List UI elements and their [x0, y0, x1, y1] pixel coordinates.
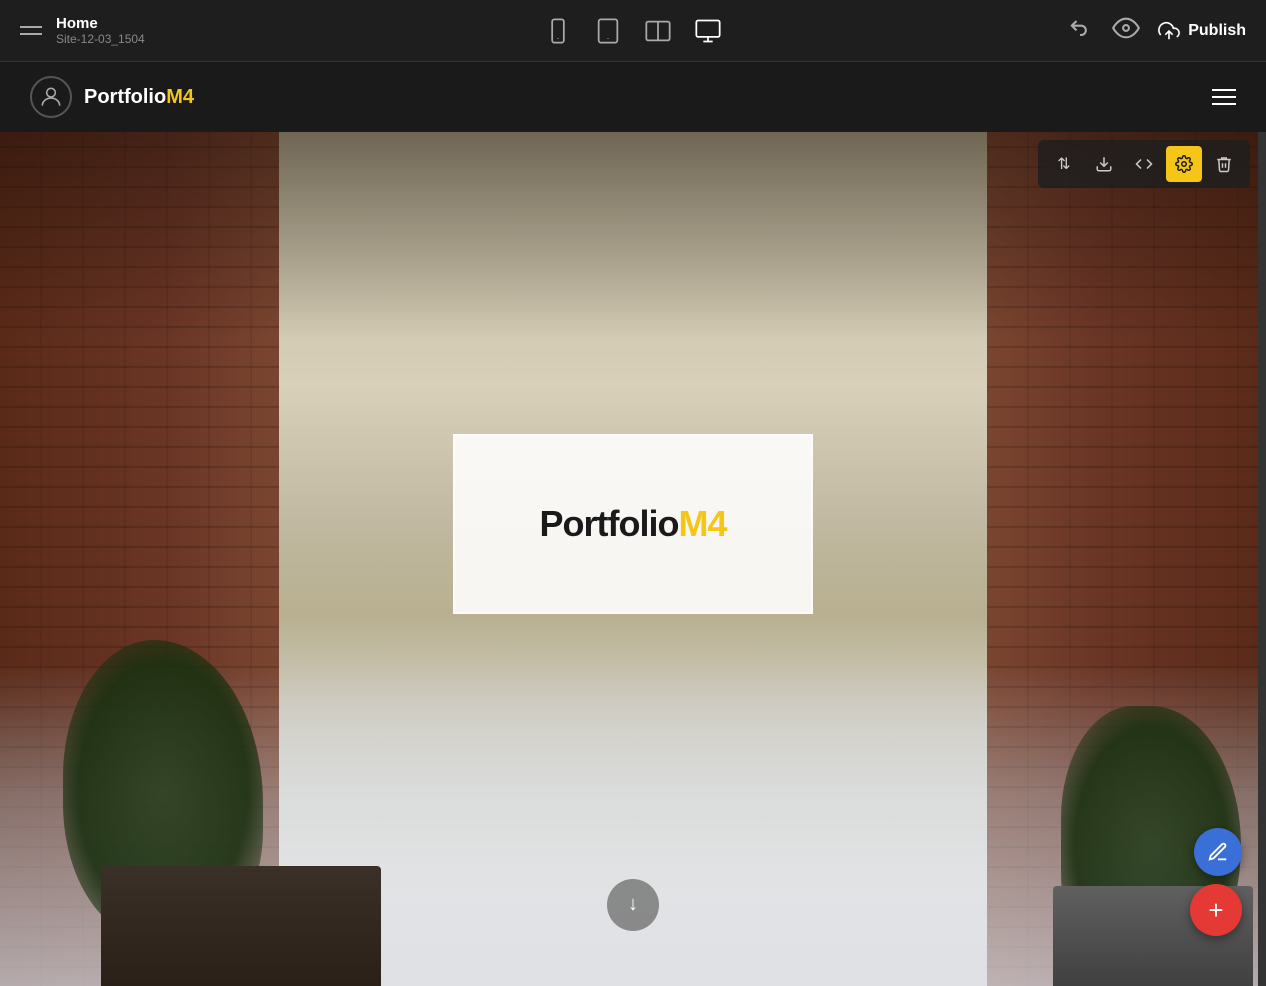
- publish-button[interactable]: Publish: [1158, 20, 1246, 42]
- top-bar: Home Site-12-03_1504: [0, 0, 1266, 62]
- site-name: Home: [56, 15, 145, 32]
- top-bar-right: Publish: [1066, 14, 1246, 47]
- preview-avatar: [30, 76, 72, 118]
- preview-nav: PortfolioM4: [0, 62, 1266, 132]
- preview-nav-brand: PortfolioM4: [30, 76, 194, 118]
- scroll-down-icon: ↓: [628, 893, 638, 916]
- preview-nav-hamburger[interactable]: [1212, 89, 1236, 105]
- scroll-down-button[interactable]: ↓: [607, 879, 659, 931]
- logo-box[interactable]: PortfolioM4: [453, 434, 813, 614]
- split-view-icon[interactable]: [644, 17, 672, 45]
- publish-label: Publish: [1188, 22, 1246, 40]
- scrollbar-track: [1258, 62, 1266, 986]
- planter-left: [101, 866, 381, 986]
- toolbar-download-button[interactable]: [1086, 146, 1122, 182]
- logo-yellow: M4: [678, 503, 726, 544]
- reorder-icon: ⇅: [1057, 154, 1070, 174]
- top-bar-left: Home Site-12-03_1504: [20, 15, 145, 46]
- desktop-device-icon[interactable]: [694, 17, 722, 45]
- preview-button[interactable]: [1112, 14, 1140, 47]
- toolbar-code-button[interactable]: [1126, 146, 1162, 182]
- website-preview: PortfolioM4: [0, 62, 1266, 986]
- fab-add-button[interactable]: +: [1190, 884, 1242, 936]
- device-icons: [544, 17, 722, 45]
- hero-section: PortfolioM4 ↓: [0, 62, 1266, 986]
- logo-box-text: PortfolioM4: [540, 503, 727, 545]
- undo-button[interactable]: [1066, 14, 1094, 47]
- section-toolbar: ⇅: [1038, 140, 1250, 188]
- brand-name-highlight: M4: [166, 86, 194, 108]
- tablet-device-icon[interactable]: [594, 17, 622, 45]
- toolbar-settings-button[interactable]: [1166, 146, 1202, 182]
- site-info: Home Site-12-03_1504: [56, 15, 145, 46]
- toolbar-delete-button[interactable]: [1206, 146, 1242, 182]
- mobile-device-icon[interactable]: [544, 17, 572, 45]
- add-icon: +: [1208, 895, 1223, 926]
- site-id: Site-12-03_1504: [56, 32, 145, 46]
- toolbar-reorder-button[interactable]: ⇅: [1046, 146, 1082, 182]
- preview-brand-name: PortfolioM4: [84, 86, 194, 109]
- canvas-area: PortfolioM4: [0, 62, 1266, 986]
- hamburger-menu-icon[interactable]: [20, 26, 42, 35]
- fab-pencil-button[interactable]: [1194, 828, 1242, 876]
